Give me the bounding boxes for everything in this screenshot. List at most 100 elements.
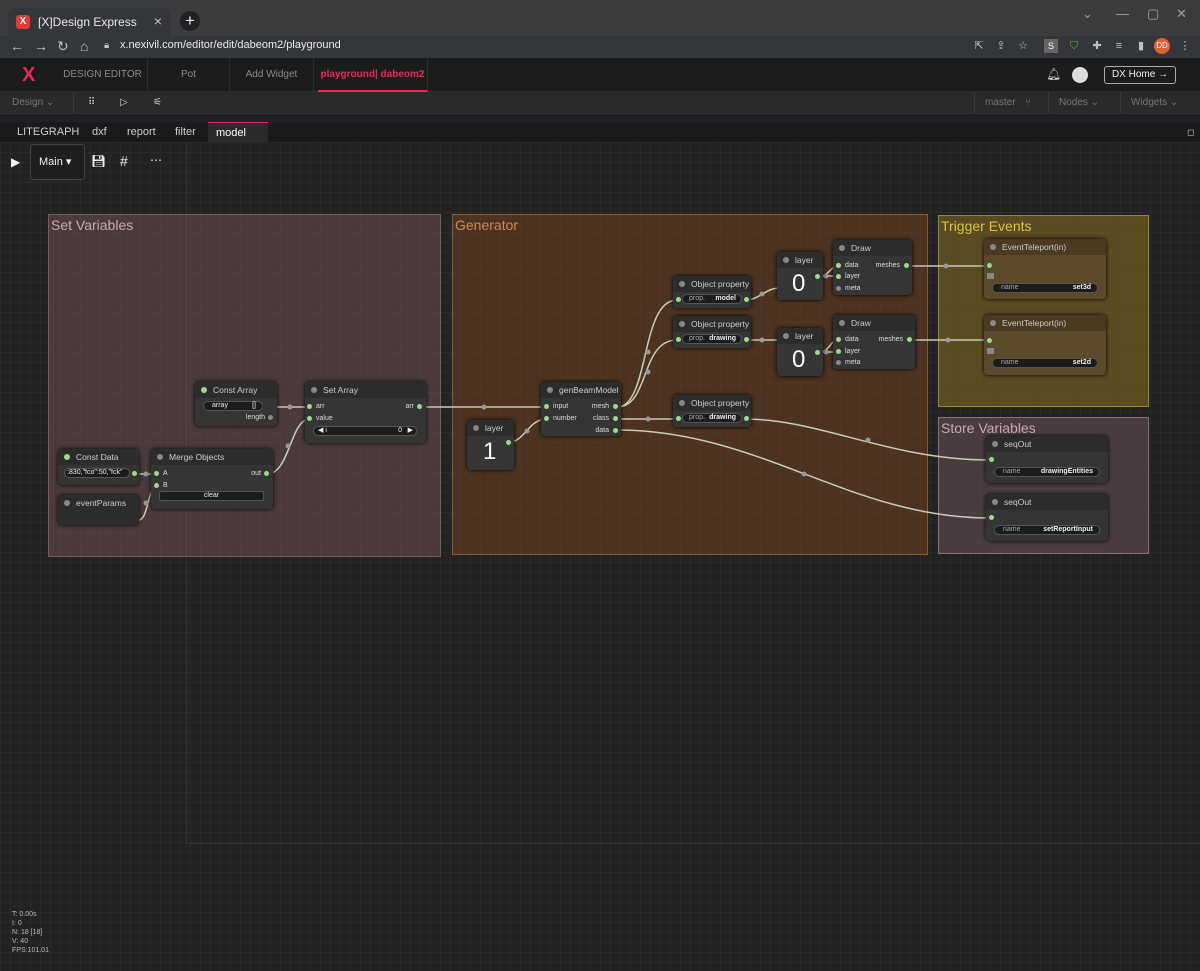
lock-icon[interactable]: 🔒︎	[104, 40, 109, 51]
address-bar[interactable]: x.nexivil.com/editor/edit/dabeom2/playgr…	[120, 39, 341, 51]
node-draw-2d[interactable]: Draw data layer meta meshes	[833, 315, 915, 369]
port-dot[interactable]	[987, 263, 992, 268]
graph-select[interactable]: Main ▾	[30, 144, 85, 180]
menu-icon[interactable]: ⋮	[1178, 39, 1192, 53]
port-dot[interactable]	[417, 404, 422, 409]
node-gen-beam-model[interactable]: genBeamModel input number mesh class dat…	[541, 382, 621, 436]
more-icon[interactable]: ⋯	[150, 153, 162, 167]
forward-icon[interactable]: →	[34, 38, 48, 54]
port-dot[interactable]	[613, 404, 618, 409]
grid-icon[interactable]: #	[120, 153, 128, 169]
branch-select[interactable]: master	[985, 92, 1016, 114]
back-icon[interactable]: ←	[10, 38, 24, 54]
port-dot[interactable]	[815, 350, 820, 355]
tab-playground[interactable]: playground| dabeom2	[318, 58, 428, 92]
prop-widget[interactable]: prop. drawing	[682, 334, 742, 344]
port-dot[interactable]	[676, 416, 681, 421]
widgets-dropdown[interactable]: Widgets ⌄	[1131, 92, 1178, 114]
grid-handle-icon[interactable]: ⠿	[88, 92, 95, 114]
maximize-panel-icon[interactable]: ◻	[1187, 122, 1194, 142]
dx-home-button[interactable]: DX Home →	[1104, 66, 1176, 84]
node-seqout-report[interactable]: seqOut name setReportInput	[986, 494, 1108, 541]
design-dropdown[interactable]: Design ⌄	[12, 92, 54, 114]
port-dot[interactable]	[744, 297, 749, 302]
new-tab-button[interactable]: +	[180, 11, 200, 31]
reload-icon[interactable]: ↻	[57, 38, 69, 55]
node-set-array[interactable]: Set Array arr value arr ◀ i 0 ▶	[305, 382, 426, 443]
port-dot[interactable]	[268, 415, 273, 420]
open-external-icon[interactable]: ⇱	[972, 39, 986, 53]
port-dot[interactable]	[987, 338, 992, 343]
tab-model[interactable]: model X	[208, 122, 268, 158]
port-dot[interactable]	[544, 404, 549, 409]
node-draw-3d[interactable]: Draw data layer meta meshes	[833, 240, 912, 295]
play-icon[interactable]: ▶	[11, 155, 20, 169]
array-widget[interactable]: array []	[203, 401, 263, 411]
profile-avatar[interactable]: DD	[1154, 38, 1170, 54]
tab-dxf[interactable]: dxf	[92, 122, 107, 142]
tab-pot[interactable]: Pot	[148, 58, 230, 92]
prop-widget[interactable]: prop. drawing	[682, 413, 742, 423]
port-dot[interactable]	[836, 286, 841, 291]
port-dot[interactable]	[613, 416, 618, 421]
bell-icon[interactable]: 🔔︎	[1046, 67, 1061, 81]
port-dot[interactable]	[989, 515, 994, 520]
data-widget[interactable]: :830,"fco":50,"fck"	[64, 468, 130, 478]
tab-add-widget[interactable]: Add Widget	[230, 58, 314, 92]
port-dot[interactable]	[815, 274, 820, 279]
port-dot[interactable]	[744, 337, 749, 342]
port-dot[interactable]	[904, 263, 909, 268]
node-const-data[interactable]: Const Data :830,"fco":50,"fck"	[58, 449, 139, 485]
maximize-icon[interactable]: ▢	[1147, 6, 1159, 22]
chevron-down-icon[interactable]: ⌄	[1082, 6, 1093, 22]
puzzle-icon[interactable]: ✚	[1090, 39, 1104, 53]
play-outline-icon[interactable]: ▷	[120, 92, 128, 114]
port-dot[interactable]	[506, 440, 511, 445]
port-dot[interactable]	[676, 337, 681, 342]
node-object-property-drawing[interactable]: Object property prop. drawing	[673, 316, 751, 348]
node-layer-1[interactable]: layer 1	[467, 420, 514, 470]
branch-icon[interactable]: ⑂	[1025, 92, 1031, 114]
port-dot[interactable]	[676, 297, 681, 302]
app-logo[interactable]: X	[22, 64, 35, 87]
name-widget[interactable]: name drawingEntities	[994, 467, 1100, 477]
port-dot[interactable]	[307, 416, 312, 421]
port-dot[interactable]	[264, 471, 269, 476]
node-layer-top[interactable]: layer 0	[777, 252, 823, 300]
node-event-teleport-3d[interactable]: EventTeleport(in) name set3d	[984, 239, 1106, 299]
tab-design-editor[interactable]: DESIGN EDITOR	[58, 58, 148, 92]
minimize-icon[interactable]: —	[1116, 6, 1129, 21]
tab-filter[interactable]: filter	[175, 122, 196, 142]
port-dot[interactable]	[836, 337, 841, 342]
node-event-params[interactable]: eventParams	[58, 495, 139, 525]
port-dot[interactable]	[836, 274, 841, 279]
close-tab-icon[interactable]: ×	[154, 13, 162, 29]
sidepanel-icon[interactable]: ▮	[1134, 39, 1148, 53]
close-window-icon[interactable]: ✕	[1176, 6, 1187, 22]
layer-value[interactable]: 1	[483, 438, 496, 466]
port-square[interactable]	[987, 348, 994, 354]
tab-litegraph[interactable]: LITEGRAPH	[17, 122, 79, 142]
node-const-array[interactable]: Const Array array [] length	[195, 382, 277, 426]
user-avatar[interactable]	[1072, 67, 1088, 83]
name-widget[interactable]: name setReportInput	[994, 525, 1100, 535]
name-widget[interactable]: name set3d	[992, 283, 1098, 293]
port-dot[interactable]	[154, 471, 159, 476]
layer-value[interactable]: 0	[792, 346, 805, 374]
port-dot[interactable]	[836, 360, 841, 365]
share-icon[interactable]: ⇪	[994, 39, 1008, 53]
node-event-teleport-2d[interactable]: EventTeleport(in) name set2d	[984, 315, 1106, 375]
name-widget[interactable]: name set2d	[992, 358, 1098, 368]
tab-report[interactable]: report	[127, 122, 156, 142]
browser-tab[interactable]: X [X]Design Express ×	[8, 8, 170, 36]
nodes-dropdown[interactable]: Nodes ⌄	[1059, 92, 1099, 114]
star-icon[interactable]: ☆	[1016, 39, 1030, 53]
port-dot[interactable]	[154, 483, 159, 488]
node-object-property-drawing-2[interactable]: Object property prop. drawing	[673, 395, 751, 427]
port-dot[interactable]	[613, 428, 618, 433]
index-widget[interactable]: ◀ i 0 ▶	[313, 426, 417, 436]
save-icon[interactable]: 💾︎	[91, 154, 106, 168]
port-dot[interactable]	[544, 416, 549, 421]
port-dot[interactable]	[989, 457, 994, 462]
port-dot[interactable]	[836, 349, 841, 354]
